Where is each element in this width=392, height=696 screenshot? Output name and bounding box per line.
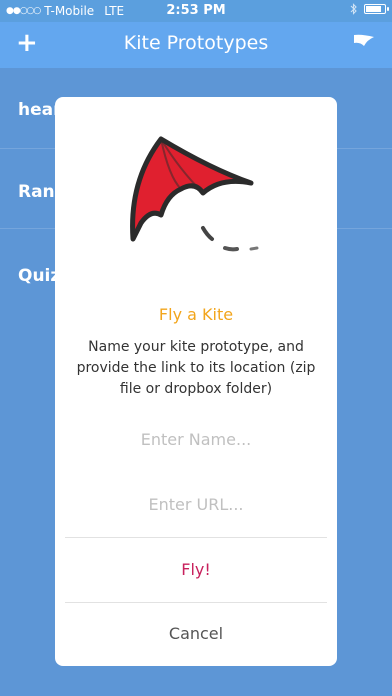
nav-bar: + Kite Prototypes [0, 22, 392, 68]
battery-icon [364, 4, 389, 14]
dialog-title: Fly a Kite [158, 305, 234, 324]
dialog-message: Name your kite prototype, and provide th… [76, 339, 316, 397]
url-input[interactable] [71, 489, 321, 519]
list-item[interactable]: Quiz [18, 266, 60, 286]
divider [65, 602, 327, 603]
status-time: 2:53 PM [166, 3, 226, 18]
divider [65, 537, 327, 538]
flag-icon[interactable] [350, 31, 376, 57]
status-bar: ●●○○○ T-Mobile LTE 2:53 PM [0, 0, 392, 22]
fly-button[interactable]: Fly! [55, 559, 337, 580]
fly-kite-dialog: Fly a Kite Name your kite prototype, and… [55, 97, 337, 666]
cancel-button[interactable]: Cancel [55, 623, 337, 644]
page-title: Kite Prototypes [123, 32, 269, 54]
kite-icon [130, 136, 259, 252]
bluetooth-icon [350, 3, 357, 15]
name-input[interactable] [71, 424, 321, 454]
status-right [350, 3, 389, 15]
